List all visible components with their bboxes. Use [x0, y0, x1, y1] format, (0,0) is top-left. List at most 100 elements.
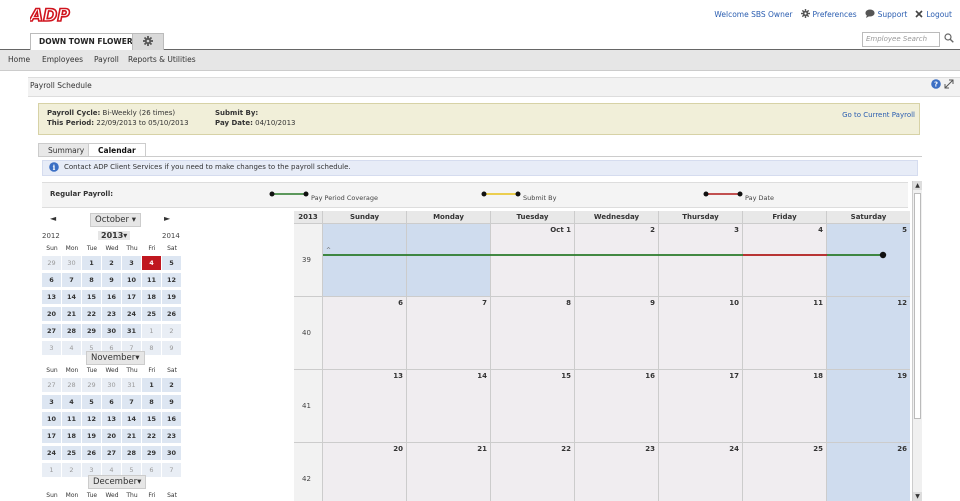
mini-day[interactable]: 17	[122, 290, 142, 304]
calendar-day[interactable]: 6	[323, 297, 407, 370]
mini-day[interactable]: 26	[82, 446, 102, 460]
calendar-day[interactable]: 9	[575, 297, 659, 370]
calendar-day[interactable]: 14	[407, 370, 491, 443]
scroll-up-icon[interactable]: ▲	[913, 181, 922, 190]
mini-day[interactable]: 3	[122, 256, 142, 270]
employee-search-input[interactable]: Employee Search	[862, 32, 940, 47]
mini-day[interactable]: 22	[82, 307, 102, 321]
calendar-day[interactable]: 17	[659, 370, 743, 443]
scroll-thumb[interactable]	[914, 193, 921, 419]
mini-day[interactable]: 14	[122, 412, 142, 426]
mini-day[interactable]: 10	[122, 273, 142, 287]
mini-day[interactable]: 15	[142, 412, 162, 426]
mini-day[interactable]: 12	[82, 412, 102, 426]
nav-home[interactable]: Home	[8, 50, 30, 70]
mini-day[interactable]: 6	[102, 395, 122, 409]
mini-day[interactable]: 4	[142, 256, 162, 270]
nav-reports-utilities[interactable]: Reports & Utilities	[128, 50, 196, 70]
calendar-day[interactable]: 19	[827, 370, 910, 443]
year-selector[interactable]: 2013▾	[98, 231, 131, 240]
mini-day[interactable]: 29	[82, 378, 102, 392]
calendar-day[interactable]: 16	[575, 370, 659, 443]
expand-icon[interactable]	[944, 79, 954, 91]
calendar-day[interactable]: 24	[659, 443, 743, 501]
calendar-day[interactable]: 10	[659, 297, 743, 370]
mini-day[interactable]: 15	[82, 290, 102, 304]
mini-day[interactable]: 24	[122, 307, 142, 321]
company-tab[interactable]: DOWN TOWN FLOWERS	[30, 33, 147, 50]
prev-year-link[interactable]: 2012	[42, 232, 60, 240]
mini-day[interactable]: 30	[162, 446, 182, 460]
mini-day[interactable]: 2	[162, 324, 182, 338]
mini-day[interactable]: 1	[142, 378, 162, 392]
mini-day[interactable]: 5	[162, 256, 182, 270]
mini-day[interactable]: 27	[42, 324, 62, 338]
company-settings-button[interactable]	[132, 33, 164, 50]
mini-day[interactable]: 8	[142, 341, 162, 355]
mini-day[interactable]: 22	[142, 429, 162, 443]
tab-summary[interactable]: Summary	[38, 143, 95, 157]
mini-day[interactable]: 24	[42, 446, 62, 460]
mini-day[interactable]: 1	[42, 463, 62, 477]
preferences-link[interactable]: Preferences	[800, 9, 857, 20]
calendar-day[interactable]: 7	[407, 297, 491, 370]
mini-day[interactable]: 4	[62, 395, 82, 409]
mini-day[interactable]: 8	[142, 395, 162, 409]
calendar-day[interactable]: 25	[743, 443, 827, 501]
mini-day[interactable]: 2	[162, 378, 182, 392]
mini-day[interactable]: 29	[42, 256, 62, 270]
mini-day[interactable]: 3	[42, 341, 62, 355]
logout-link[interactable]: Logout	[915, 9, 952, 20]
mini-day[interactable]: 7	[122, 395, 142, 409]
mini-day[interactable]: 27	[102, 446, 122, 460]
scroll-down-icon[interactable]: ▼	[913, 492, 922, 501]
search-icon[interactable]	[944, 33, 954, 45]
mini-day[interactable]: 25	[142, 307, 162, 321]
mini-day[interactable]: 20	[102, 429, 122, 443]
calendar-day[interactable]: 22	[491, 443, 575, 501]
mini-day[interactable]: 18	[62, 429, 82, 443]
mini-day[interactable]: 19	[82, 429, 102, 443]
calendar-day[interactable]: 13	[323, 370, 407, 443]
calendar-day[interactable]: 26	[827, 443, 910, 501]
mini-day[interactable]: 21	[62, 307, 82, 321]
mini-day[interactable]: 31	[122, 378, 142, 392]
mini-day[interactable]: 1	[142, 324, 162, 338]
calendar-day[interactable]: 12	[827, 297, 910, 370]
mini-day[interactable]: 29	[142, 446, 162, 460]
calendar-day[interactable]: 20	[323, 443, 407, 501]
mini-day[interactable]: 17	[42, 429, 62, 443]
calendar-day[interactable]: 8	[491, 297, 575, 370]
mini-day[interactable]: 8	[82, 273, 102, 287]
mini-day[interactable]: 9	[102, 273, 122, 287]
mini-day[interactable]: 30	[62, 256, 82, 270]
mini-day[interactable]: 21	[122, 429, 142, 443]
mini-day[interactable]: 14	[62, 290, 82, 304]
nav-payroll[interactable]: Payroll	[94, 50, 119, 70]
mini-day[interactable]: 30	[102, 378, 122, 392]
mini-day[interactable]: 30	[102, 324, 122, 338]
mini-day[interactable]: 16	[102, 290, 122, 304]
mini-day[interactable]: 20	[42, 307, 62, 321]
mini-day[interactable]: 29	[82, 324, 102, 338]
mini-day[interactable]: 16	[162, 412, 182, 426]
go-to-current-payroll-link[interactable]: Go to Current Payroll	[842, 111, 915, 119]
calendar-day[interactable]: 21	[407, 443, 491, 501]
mini-day[interactable]: 28	[62, 324, 82, 338]
vertical-scrollbar[interactable]: ▲ ▼	[912, 181, 922, 501]
mini-day[interactable]: 28	[62, 378, 82, 392]
mini-day[interactable]: 11	[142, 273, 162, 287]
calendar-day[interactable]: 23	[575, 443, 659, 501]
mini-day[interactable]: 19	[162, 290, 182, 304]
mini-day[interactable]: 27	[42, 378, 62, 392]
mini-day[interactable]: 13	[42, 290, 62, 304]
mini-day[interactable]: 2	[62, 463, 82, 477]
mini-day[interactable]: 3	[42, 395, 62, 409]
mini-day[interactable]: 5	[82, 395, 102, 409]
prev-month-icon[interactable]: ◄	[50, 214, 56, 223]
mini-day[interactable]: 6	[42, 273, 62, 287]
mini-day[interactable]: 13	[102, 412, 122, 426]
mini-day[interactable]: 26	[162, 307, 182, 321]
calendar-day[interactable]: 15	[491, 370, 575, 443]
mini-day[interactable]: 18	[142, 290, 162, 304]
